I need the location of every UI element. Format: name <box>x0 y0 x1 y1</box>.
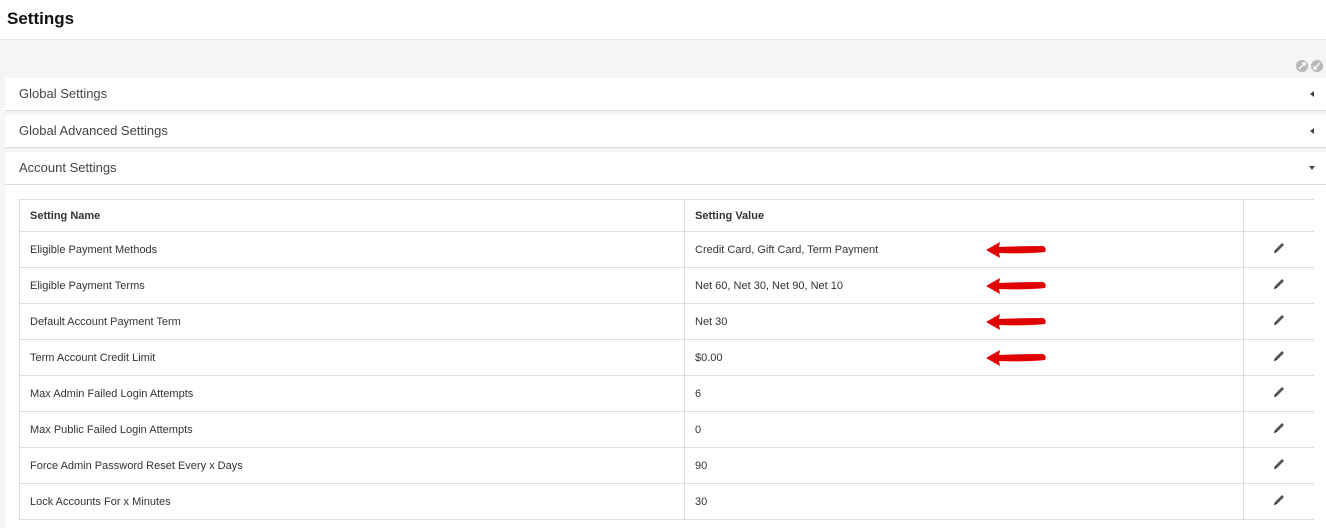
edit-cell <box>1243 231 1314 268</box>
edit-button[interactable] <box>1272 457 1286 471</box>
edit-button[interactable] <box>1272 349 1286 363</box>
setting-name-cell: Default Account Payment Term <box>19 303 685 340</box>
panel-header-global-advanced-settings[interactable]: Global Advanced Settings <box>5 115 1326 147</box>
setting-value-text: 30 <box>695 495 708 508</box>
corner-tools <box>1296 60 1326 74</box>
panel-header-account-settings[interactable]: Account Settings <box>5 152 1326 185</box>
table-row: Max Public Failed Login Attempts 0 <box>19 411 1314 448</box>
pencil-icon <box>1274 423 1284 433</box>
pencil-icon <box>1274 351 1284 361</box>
panel-title: Account Settings <box>19 160 117 175</box>
edit-cell <box>1243 411 1314 448</box>
edit-cell <box>1243 339 1314 376</box>
expand-all-icon[interactable] <box>1311 60 1323 72</box>
edit-cell <box>1243 375 1314 412</box>
edit-cell <box>1243 267 1314 304</box>
pencil-icon <box>1274 243 1284 253</box>
red-arrow-icon <box>986 314 1046 330</box>
edit-button[interactable] <box>1272 421 1286 435</box>
table-header-row: Setting Name Setting Value <box>19 199 1314 232</box>
setting-name-cell: Lock Accounts For x Minutes <box>19 483 685 520</box>
caret-left-icon <box>1310 91 1314 97</box>
setting-value-text: 0 <box>695 423 702 436</box>
panel-global-settings: Global Settings <box>5 78 1326 111</box>
caret-left-icon <box>1310 128 1314 134</box>
edit-button[interactable] <box>1272 313 1286 327</box>
column-header-actions <box>1243 199 1314 232</box>
collapse-all-icon[interactable] <box>1296 60 1308 72</box>
red-arrow-icon <box>986 350 1046 366</box>
table-row: Max Admin Failed Login Attempts 6 <box>19 375 1314 412</box>
setting-name-cell: Force Admin Password Reset Every x Days <box>19 447 685 484</box>
pencil-icon <box>1274 315 1284 325</box>
table-row: Eligible Payment Methods Credit Card, Gif… <box>19 231 1314 268</box>
edit-button[interactable] <box>1272 277 1286 291</box>
setting-value-text: Net 60, Net 30, Net 90, Net 10 <box>695 279 843 292</box>
edit-button[interactable] <box>1272 241 1286 255</box>
edit-cell <box>1243 303 1314 340</box>
setting-name-cell: Term Account Credit Limit <box>19 339 685 376</box>
setting-name-cell: Max Public Failed Login Attempts <box>19 411 685 448</box>
table-row: Lock Accounts For x Minutes 30 <box>19 483 1314 520</box>
setting-value-cell: Net 60, Net 30, Net 90, Net 10 <box>684 267 1244 304</box>
edit-cell <box>1243 483 1314 520</box>
setting-name-cell: Eligible Payment Methods <box>19 231 685 268</box>
setting-value-text: Net 30 <box>695 315 728 328</box>
caret-down-icon <box>1309 166 1315 170</box>
setting-value-text: 6 <box>695 387 702 400</box>
edit-button[interactable] <box>1272 385 1286 399</box>
red-arrow-icon <box>986 278 1046 294</box>
table-body: Eligible Payment Methods Credit Card, Gif… <box>19 231 1314 520</box>
pencil-icon <box>1274 459 1284 469</box>
column-header-setting-name: Setting Name <box>19 199 685 232</box>
pencil-icon <box>1274 387 1284 397</box>
setting-value-text: $0.00 <box>695 351 723 364</box>
edit-button[interactable] <box>1272 493 1286 507</box>
page-title: Settings <box>7 9 75 28</box>
edit-cell <box>1243 447 1314 484</box>
table-row: Default Account Payment Term Net 30 <box>19 303 1314 340</box>
setting-name-cell: Eligible Payment Terms <box>19 267 685 304</box>
account-settings-table-container: Setting Name Setting Value Eligible Paym… <box>19 199 1314 528</box>
setting-value-cell: 6 <box>684 375 1244 412</box>
setting-value-text: Credit Card, Gift Card, Term Payment <box>695 243 879 256</box>
setting-value-cell: 0 <box>684 411 1244 448</box>
pencil-icon <box>1274 279 1284 289</box>
setting-value-text: 90 <box>695 459 708 472</box>
panel-header-global-settings[interactable]: Global Settings <box>5 78 1326 110</box>
account-settings-table: Setting Name Setting Value Eligible Paym… <box>19 199 1314 520</box>
setting-name-cell: Max Admin Failed Login Attempts <box>19 375 685 412</box>
panel-title: Global Advanced Settings <box>19 123 168 138</box>
page-header: Settings <box>0 0 1326 40</box>
setting-value-cell: $0.00 <box>684 339 1244 376</box>
panel-title: Global Settings <box>19 86 108 101</box>
table-row: Eligible Payment Terms Net 60, Net 30, Ne… <box>19 267 1314 304</box>
red-arrow-icon <box>986 242 1046 258</box>
column-header-setting-value: Setting Value <box>684 199 1244 232</box>
setting-value-cell: 90 <box>684 447 1244 484</box>
setting-value-cell: Credit Card, Gift Card, Term Payment <box>684 231 1244 268</box>
setting-value-cell: 30 <box>684 483 1244 520</box>
table-row: Term Account Credit Limit $0.00 <box>19 339 1314 376</box>
pencil-icon <box>1274 495 1284 505</box>
table-row: Force Admin Password Reset Every x Days 9… <box>19 447 1314 484</box>
setting-value-cell: Net 30 <box>684 303 1244 340</box>
panel-global-advanced-settings: Global Advanced Settings <box>5 115 1326 148</box>
